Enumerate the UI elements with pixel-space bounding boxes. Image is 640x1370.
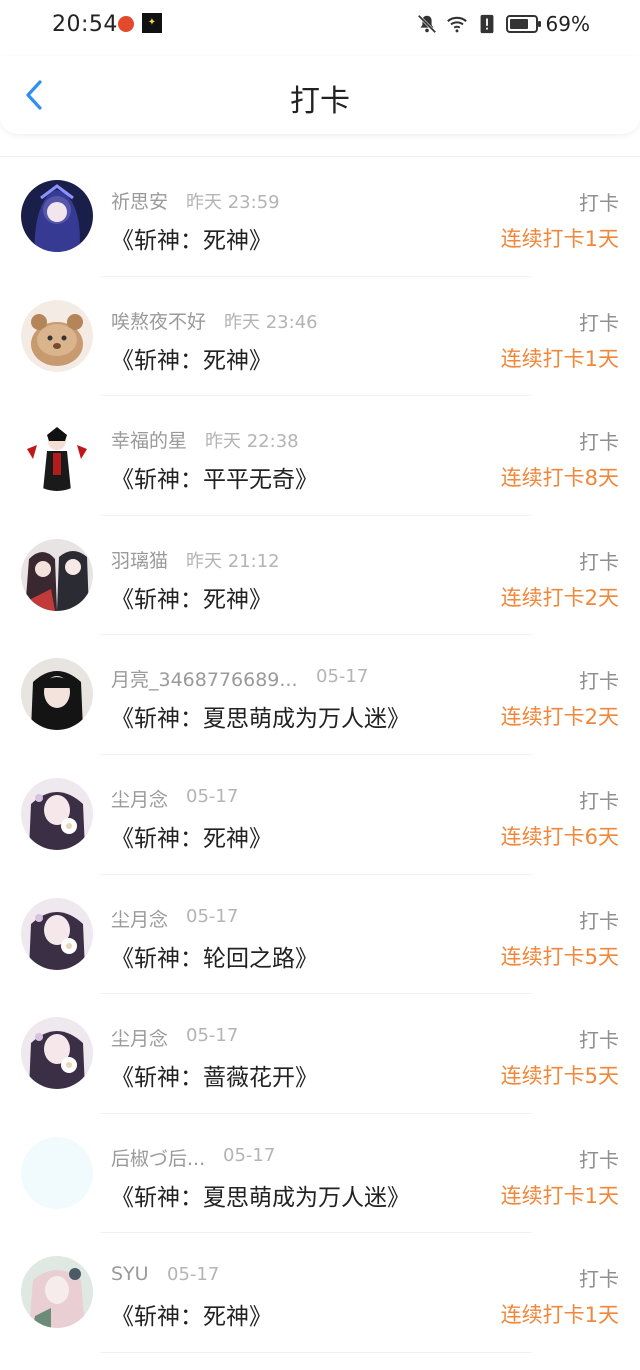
- book-title[interactable]: 《斩神：死神》: [111, 1297, 272, 1331]
- avatar[interactable]: [21, 1017, 93, 1090]
- streak-label: 连续打卡6天: [500, 824, 619, 849]
- user-name[interactable]: 唉熬夜不好: [111, 307, 206, 334]
- checkin-label: 打卡: [579, 1028, 619, 1053]
- avatar[interactable]: [21, 419, 93, 492]
- list-item[interactable]: 月亮_3468776689... 05-17 《斩神：夏思萌成为万人迷》 打卡连续打卡…: [0, 635, 640, 755]
- avatar[interactable]: [21, 299, 93, 372]
- avatar[interactable]: [21, 1136, 93, 1209]
- alert-icon: [480, 14, 494, 34]
- nav-bar: 打卡: [0, 56, 640, 134]
- user-name[interactable]: 后椒づ后...: [111, 1144, 205, 1171]
- user-name[interactable]: 羽璃猫: [111, 546, 168, 573]
- user-name[interactable]: 尘月念: [111, 905, 168, 932]
- list-item[interactable]: 唉熬夜不好 昨天 23:46 《斩神：死神》 打卡连续打卡1天: [0, 277, 640, 397]
- checkin-label: 打卡: [579, 1267, 619, 1292]
- battery-icon: [506, 15, 541, 33]
- book-title[interactable]: 《斩神：死神》: [111, 819, 272, 853]
- checkin-label: 打卡: [579, 430, 619, 455]
- avatar[interactable]: [21, 180, 93, 252]
- checkin-time: 05-17: [186, 905, 239, 927]
- user-name[interactable]: 尘月念: [111, 785, 168, 812]
- row-divider: [100, 1351, 532, 1353]
- list-item[interactable]: 尘月念 05-17 《斩神：死神》 打卡连续打卡6天: [0, 755, 640, 875]
- checkin-label: 打卡: [579, 549, 619, 574]
- avatar[interactable]: [21, 777, 93, 850]
- checkin-list: 祈思安 昨天 23:59 《斩神：死神》 打卡 连续打卡1天 唉熬夜不好 昨天 23:46 《…: [0, 156, 640, 1353]
- list-item[interactable]: 尘月念 05-17 《斩神：蔷薇花开》 打卡连续打卡5天: [0, 994, 640, 1114]
- app-notification-icon-2: ✦: [142, 13, 162, 33]
- book-title[interactable]: 《斩神：死神》: [111, 221, 272, 255]
- checkin-time: 昨天 23:46: [224, 311, 318, 333]
- user-name[interactable]: 幸福的星: [111, 426, 187, 453]
- avatar[interactable]: [21, 538, 93, 611]
- checkin-label: 打卡: [579, 310, 619, 335]
- streak-label: 连续打卡8天: [500, 466, 619, 491]
- user-name[interactable]: SYU: [111, 1263, 149, 1285]
- checkin-label: 打卡: [579, 669, 619, 694]
- battery-percent: 69%: [545, 12, 590, 36]
- list-item[interactable]: 尘月念 05-17 《斩神：轮回之路》 打卡连续打卡5天: [0, 875, 640, 995]
- avatar[interactable]: [21, 1256, 93, 1329]
- status-bar: 20:54 ✦ 69%: [0, 0, 640, 50]
- avatar[interactable]: [21, 658, 93, 731]
- checkin-time: 05-17: [316, 666, 369, 688]
- user-name[interactable]: 月亮_3468776689...: [111, 665, 298, 692]
- streak-label: 连续打卡5天: [500, 1064, 619, 1089]
- streak-label: 连续打卡1天: [500, 1183, 619, 1208]
- streak-label: 连续打卡2天: [500, 585, 619, 610]
- page-title: 打卡: [290, 84, 350, 119]
- book-title[interactable]: 《斩神：轮回之路》: [111, 939, 318, 973]
- streak-label: 连续打卡2天: [500, 705, 619, 730]
- book-title[interactable]: 《斩神：夏思萌成为万人迷》: [111, 1178, 410, 1212]
- book-title[interactable]: 《斩神：蔷薇花开》: [111, 1058, 318, 1092]
- user-name[interactable]: 祈思安: [111, 187, 168, 214]
- streak-label: 连续打卡1天: [500, 346, 619, 371]
- list-item[interactable]: 祈思安 昨天 23:59 《斩神：死神》 打卡连续打卡1天: [0, 157, 640, 277]
- list-item[interactable]: 幸福的星 昨天 22:38 《斩神：平平无奇》 打卡连续打卡8天: [0, 396, 640, 516]
- checkin-label: 打卡: [579, 908, 619, 933]
- wifi-icon: [447, 16, 467, 33]
- checkin-label: 打卡: [579, 191, 619, 215]
- checkin-time: 05-17: [186, 785, 239, 807]
- checkin-time: 昨天 21:12: [186, 550, 280, 572]
- checkin-time: 昨天 23:59: [186, 192, 280, 213]
- checkin-time: 05-17: [167, 1264, 220, 1286]
- user-name[interactable]: 尘月念: [111, 1024, 168, 1051]
- mute-bell-icon: [417, 14, 437, 34]
- checkin-label: 打卡: [579, 1147, 619, 1172]
- checkin-time: 昨天 22:38: [205, 431, 299, 453]
- list-item[interactable]: 羽璃猫 昨天 21:12 《斩神：死神》 打卡连续打卡2天: [0, 516, 640, 636]
- book-title[interactable]: 《斩神：夏思萌成为万人迷》: [111, 699, 410, 733]
- status-icons: [416, 13, 541, 35]
- streak-label: 连续打卡1天: [500, 1303, 619, 1328]
- list-item[interactable]: 后椒づ后... 05-17 《斩神：夏思萌成为万人迷》 打卡连续打卡1天: [0, 1114, 640, 1234]
- book-title[interactable]: 《斩神：死神》: [111, 341, 272, 375]
- app-notification-icon: [118, 16, 134, 32]
- status-time: 20:54: [52, 12, 118, 37]
- checkin-label: 打卡: [579, 788, 619, 813]
- book-title[interactable]: 《斩神：死神》: [111, 580, 272, 614]
- checkin-time: 05-17: [186, 1025, 239, 1047]
- checkin-time: 05-17: [223, 1144, 276, 1166]
- avatar[interactable]: [21, 897, 93, 970]
- streak-label: 连续打卡1天: [500, 227, 619, 251]
- book-title[interactable]: 《斩神：平平无奇》: [111, 460, 318, 494]
- streak-label: 连续打卡5天: [500, 944, 619, 969]
- list-item[interactable]: SYU 05-17 《斩神：死神》 打卡连续打卡1天: [0, 1233, 640, 1353]
